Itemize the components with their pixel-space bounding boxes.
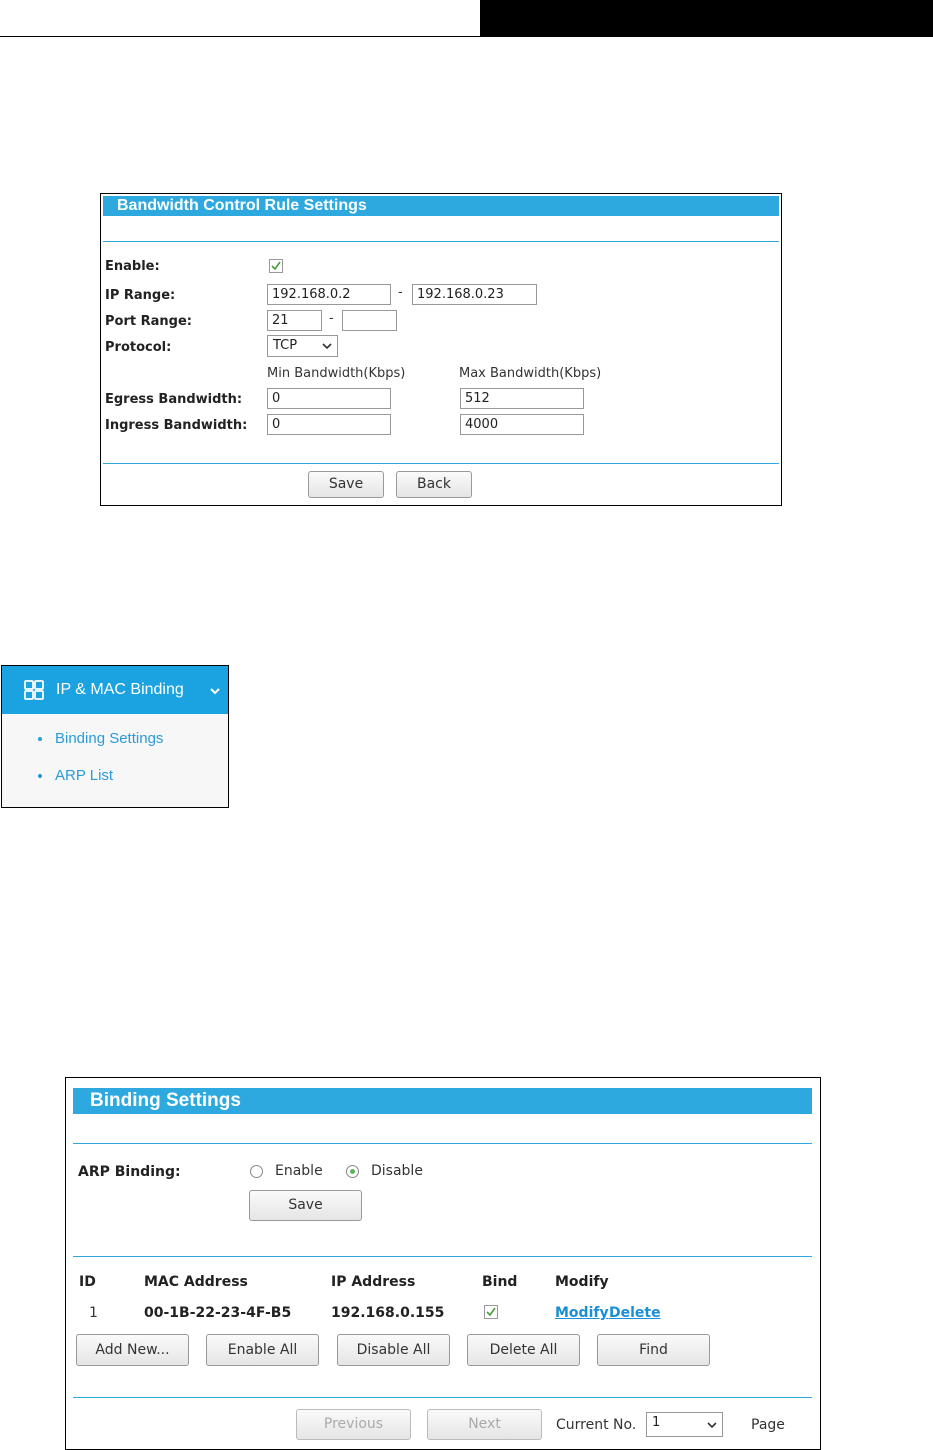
menu-title: IP & MAC Binding <box>56 681 184 698</box>
column-header-bind: Bind <box>482 1274 518 1290</box>
max-bandwidth-header: Max Bandwidth(Kbps) <box>459 366 602 381</box>
chevron-down-icon <box>210 688 220 695</box>
enable-label: Enable: <box>105 259 160 274</box>
row-modify-link[interactable]: Modify <box>555 1305 609 1321</box>
ip-range-label: IP Range: <box>105 288 176 303</box>
ingress-min-input[interactable]: 0 <box>267 414 391 435</box>
bandwidth-title-bar: Bandwidth Control Rule Settings <box>103 196 779 216</box>
protocol-value: TCP <box>273 338 298 353</box>
current-page-value: 1 <box>652 1415 661 1430</box>
column-header-ip: IP Address <box>331 1274 416 1290</box>
bullet-icon <box>38 737 42 741</box>
binding-settings-panel: Binding Settings ARP Binding: Enable Dis… <box>65 1077 821 1450</box>
divider <box>103 463 779 464</box>
menu-item-binding-settings[interactable]: Binding Settings <box>55 730 163 747</box>
row-id: 1 <box>89 1305 98 1321</box>
row-bind-checkbox[interactable] <box>484 1305 498 1319</box>
port-range-label: Port Range: <box>105 314 192 329</box>
ingress-max-input[interactable]: 4000 <box>460 414 584 435</box>
find-button[interactable]: Find <box>597 1334 710 1366</box>
protocol-label: Protocol: <box>105 340 172 355</box>
divider <box>73 1397 812 1398</box>
port-start-input[interactable]: 21 <box>267 310 322 331</box>
egress-label: Egress Bandwidth: <box>105 392 243 407</box>
current-page-select[interactable]: 1 <box>646 1412 723 1437</box>
bullet-icon <box>38 774 42 778</box>
column-header-id: ID <box>79 1274 96 1290</box>
previous-button[interactable]: Previous <box>296 1409 411 1440</box>
divider <box>103 241 779 242</box>
menu-header[interactable]: IP & MAC Binding <box>2 666 228 714</box>
add-new-button[interactable]: Add New... <box>76 1334 189 1366</box>
delete-all-button[interactable]: Delete All <box>467 1334 580 1366</box>
chevron-down-icon <box>707 1422 717 1429</box>
ip-end-input[interactable]: 192.168.0.23 <box>412 284 537 305</box>
row-delete-link[interactable]: Delete <box>609 1305 661 1321</box>
row-ip: 192.168.0.155 <box>331 1305 445 1321</box>
arp-binding-label: ARP Binding: <box>78 1164 181 1180</box>
arp-save-button[interactable]: Save <box>249 1190 362 1221</box>
ip-mac-binding-menu: IP & MAC Binding Binding Settings ARP Li… <box>1 665 229 808</box>
bandwidth-rule-panel: Bandwidth Control Rule Settings Enable: … <box>100 193 782 506</box>
min-bandwidth-header: Min Bandwidth(Kbps) <box>267 366 406 381</box>
binding-title-bar: Binding Settings <box>73 1088 812 1114</box>
arp-disable-label: Disable <box>371 1163 423 1179</box>
current-no-label: Current No. <box>556 1417 637 1433</box>
enable-all-button[interactable]: Enable All <box>206 1334 319 1366</box>
arp-enable-radio[interactable] <box>250 1165 263 1178</box>
egress-min-input[interactable]: 0 <box>267 388 391 409</box>
protocol-select[interactable]: TCP <box>267 335 338 357</box>
menu-item-arp-list[interactable]: ARP List <box>55 767 113 784</box>
save-button[interactable]: Save <box>308 471 384 498</box>
divider <box>73 1143 812 1144</box>
ip-start-input[interactable]: 192.168.0.2 <box>267 284 391 305</box>
ip-range-dash: - <box>398 285 403 300</box>
page-label: Page <box>751 1417 785 1433</box>
divider <box>73 1256 812 1257</box>
back-button[interactable]: Back <box>396 471 472 498</box>
arp-disable-radio[interactable] <box>346 1165 359 1178</box>
binding-icon <box>24 680 44 700</box>
next-button[interactable]: Next <box>427 1409 542 1440</box>
egress-max-input[interactable]: 512 <box>460 388 584 409</box>
port-range-dash: - <box>329 311 334 326</box>
page-header-block <box>480 0 933 37</box>
chevron-down-icon <box>322 343 332 350</box>
binding-title: Binding Settings <box>90 1090 241 1111</box>
port-end-input[interactable] <box>342 310 397 331</box>
ingress-label: Ingress Bandwidth: <box>105 418 248 433</box>
enable-checkbox[interactable] <box>269 259 283 273</box>
column-header-modify: Modify <box>555 1274 609 1290</box>
arp-enable-label: Enable <box>275 1163 323 1179</box>
column-header-mac: MAC Address <box>144 1274 248 1290</box>
disable-all-button[interactable]: Disable All <box>337 1334 450 1366</box>
row-mac: 00-1B-22-23-4F-B5 <box>144 1305 292 1321</box>
bandwidth-title: Bandwidth Control Rule Settings <box>117 197 367 214</box>
page-header-rule <box>0 36 480 37</box>
